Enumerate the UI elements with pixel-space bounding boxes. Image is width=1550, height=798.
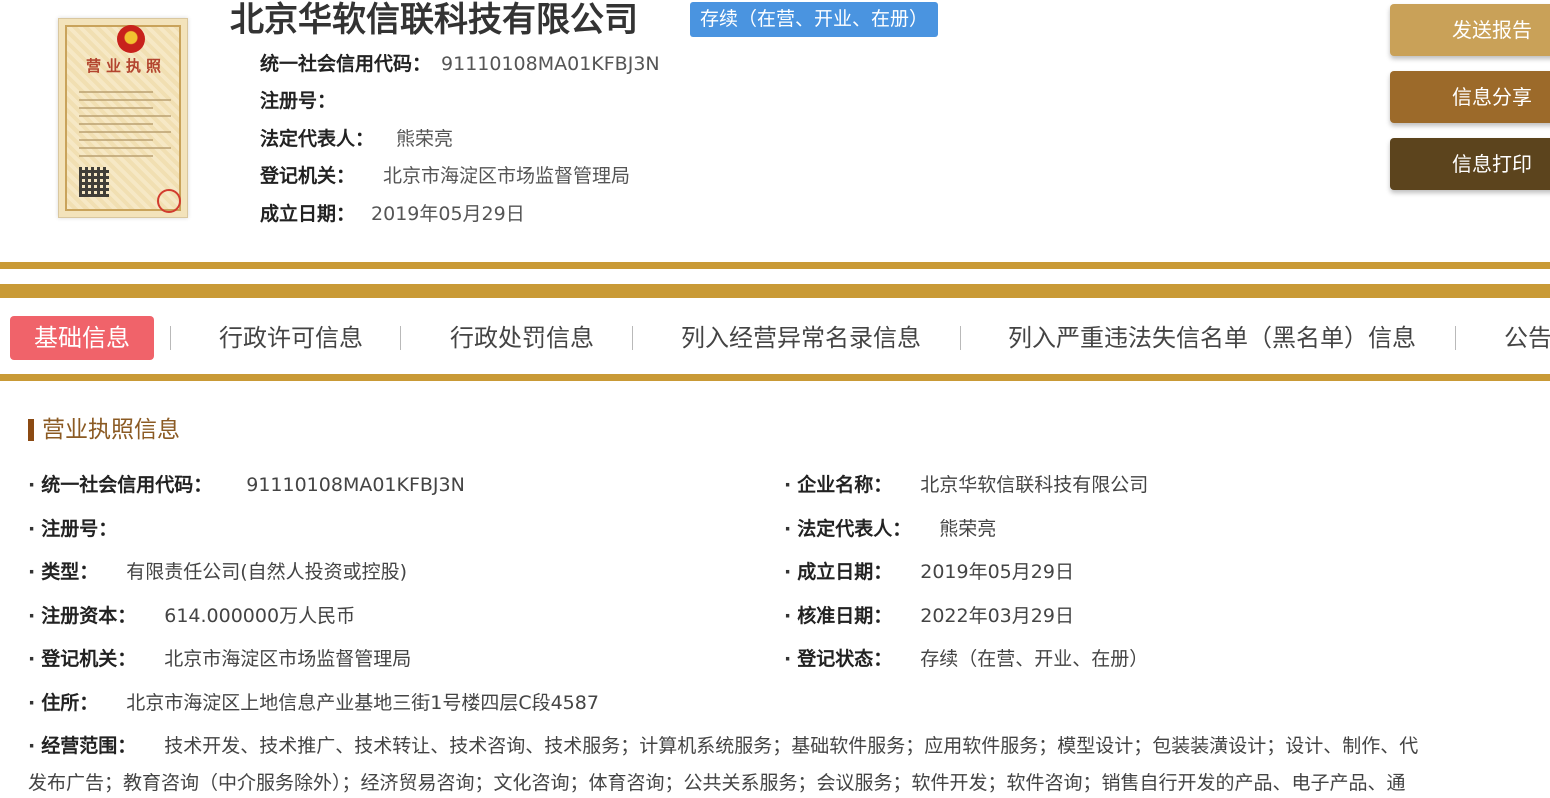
business-scope-line-2: 发布广告；教育咨询（中介服务除外）；经济贸易咨询；文化咨询；体育咨询；公共关系服… [28,772,1406,794]
header-reg-number: 注册号： [260,85,346,117]
company-header: 营业执照 北京华软信联科技有限公司 存续（在营、开业、在册） 统一社会信用代码：… [0,0,1550,262]
field-authority: · 登记机关： 北京市海淀区市场监督管理局 [28,644,411,674]
header-credit-code-label: 统一社会信用代码： [260,53,432,75]
business-license-thumbnail[interactable]: 营业执照 [58,18,188,218]
qr-code-icon [79,167,109,197]
field-label: 经营范围： [41,735,137,757]
field-label: 住所： [41,692,99,714]
send-report-button[interactable]: 发送报告 [1390,4,1550,56]
bullet: · [28,518,36,540]
field-company-name: · 企业名称： 北京华软信联科技有限公司 [784,470,1148,500]
field-value: 北京市海淀区上地信息产业基地三街1号楼四层C段4587 [126,692,599,714]
national-emblem-icon [117,25,145,53]
section-title: 营业执照信息 [28,414,180,446]
field-label: 注册资本： [41,605,137,627]
field-label: 企业名称： [797,474,893,496]
field-value: 有限责任公司(自然人投资或控股) [126,561,408,583]
header-credit-code: 统一社会信用代码： 91110108MA01KFBJ3N [260,48,660,80]
field-label: 登记机关： [41,648,137,670]
tab-separator [170,326,171,350]
license-text-lines [79,91,171,163]
header-founded-label: 成立日期： [260,203,356,225]
field-label: 登记状态： [797,648,893,670]
bullet: · [28,735,36,757]
bullet: · [784,561,792,583]
tab-admin-license[interactable]: 行政许可信息 [219,316,363,360]
bullet: · [28,692,36,714]
header-reg-number-label: 注册号： [260,90,337,112]
field-value: 北京华软信联科技有限公司 [920,474,1149,496]
bullet: · [784,518,792,540]
field-value: 存续（在营、开业、在册） [920,648,1149,670]
bullet: · [28,648,36,670]
header-founded: 成立日期： 2019年05月29日 [260,198,525,230]
official-seal-icon [157,189,181,213]
tab-separator [1455,326,1456,350]
field-label: 类型： [41,561,99,583]
header-founded-value: 2019年05月29日 [371,203,525,225]
header-authority-value: 北京市海淀区市场监督管理局 [383,165,631,187]
field-approval-date: · 核准日期： 2022年03月29日 [784,601,1074,631]
bullet: · [784,474,792,496]
header-legal-rep: 法定代表人： 熊荣亮 [260,123,453,155]
bullet: · [28,605,36,627]
bullet: · [28,561,36,583]
field-value: 2022年03月29日 [920,605,1074,627]
license-frame: 营业执照 [65,25,181,213]
tab-abnormal-operation[interactable]: 列入经营异常名录信息 [681,316,921,360]
status-badge: 存续（在营、开业、在册） [690,2,939,37]
field-type: · 类型： 有限责任公司(自然人投资或控股) [28,557,407,587]
field-value: 北京市海淀区市场监督管理局 [164,648,412,670]
field-value: 熊荣亮 [939,518,997,540]
field-label: 法定代表人： [797,518,912,540]
field-credit-code: · 统一社会信用代码： 91110108MA01KFBJ3N [28,470,465,500]
field-legal-rep: · 法定代表人： 熊荣亮 [784,514,996,544]
tab-blacklist[interactable]: 列入严重违法失信名单（黑名单）信息 [1008,316,1416,360]
field-founded-date: · 成立日期： 2019年05月29日 [784,557,1074,587]
tab-announcement[interactable]: 公告 [1504,316,1550,360]
field-value: 91110108MA01KFBJ3N [246,474,465,496]
field-label: 成立日期： [797,561,893,583]
field-reg-number: · 注册号： [28,514,117,544]
tab-admin-penalty[interactable]: 行政处罚信息 [450,316,594,360]
header-authority: 登记机关： 北京市海淀区市场监督管理局 [260,160,630,192]
bullet: · [28,474,36,496]
field-business-scope: · 经营范围： 技术开发、技术推广、技术转让、技术咨询、技术服务；计算机系统服务；基… [28,731,1550,761]
field-value: 2019年05月29日 [920,561,1074,583]
company-name: 北京华软信联科技有限公司 [230,0,638,40]
tab-separator [960,326,961,350]
field-reg-status: · 登记状态： 存续（在营、开业、在册） [784,644,1148,674]
header-legal-rep-label: 法定代表人： [260,128,375,150]
tab-basic-info[interactable]: 基础信息 [10,316,154,360]
license-title: 营业执照 [85,57,166,75]
field-registered-capital: · 注册资本： 614.000000万人民币 [28,601,355,631]
header-credit-code-value: 91110108MA01KFBJ3N [441,53,660,75]
field-label: 统一社会信用代码： [41,474,213,496]
field-label: 核准日期： [797,605,893,627]
business-scope-line-1: 技术开发、技术推广、技术转让、技术咨询、技术服务；计算机系统服务；基础软件服务；… [164,735,1419,757]
header-legal-rep-value: 熊荣亮 [396,128,454,150]
bullet: · [784,605,792,627]
info-tabs: 基础信息 行政许可信息 行政处罚信息 列入经营异常名录信息 列入严重违法失信名单… [0,298,1550,374]
bullet: · [784,648,792,670]
field-label: 注册号： [41,518,118,540]
tab-separator [632,326,633,350]
print-info-button[interactable]: 信息打印 [1390,138,1550,190]
share-info-button[interactable]: 信息分享 [1390,71,1550,123]
gold-divider-top [0,262,1550,269]
gold-divider-thick [0,284,1550,298]
tab-separator [400,326,401,350]
field-value: 614.000000万人民币 [164,605,356,627]
header-authority-label: 登记机关： [260,165,356,187]
gold-divider-bottom [0,374,1550,381]
field-address: · 住所： 北京市海淀区上地信息产业基地三街1号楼四层C段4587 [28,688,599,718]
